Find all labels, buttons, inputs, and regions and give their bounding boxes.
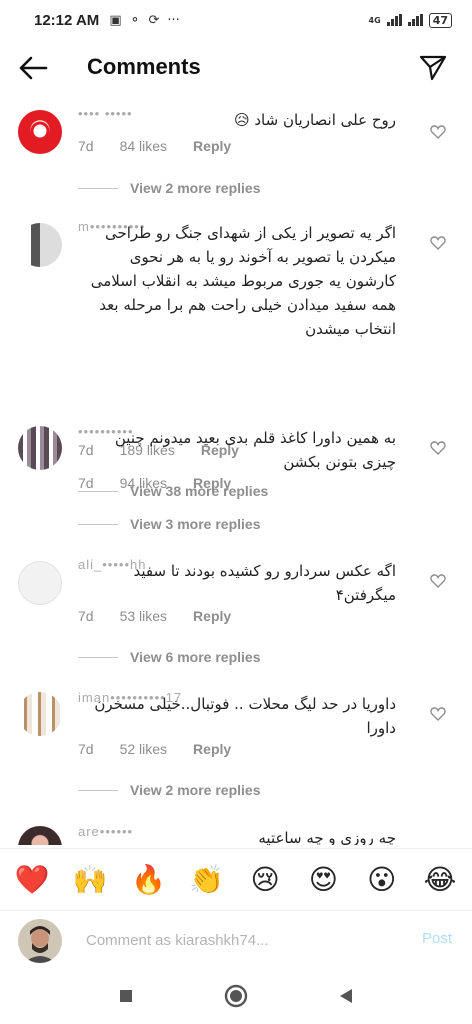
battery-icon: 47 bbox=[428, 12, 452, 28]
comment-meta: 7d 84 likes Reply bbox=[78, 138, 257, 154]
view-replies-label: View 2 more replies bbox=[130, 782, 261, 798]
comment-text: به همین داورا کاغذ قلم بدی بعید میدونم چ… bbox=[114, 429, 396, 471]
home-button[interactable] bbox=[222, 982, 250, 1010]
replies-divider bbox=[78, 187, 118, 189]
heart-emoji-button[interactable]: ❤️ bbox=[14, 862, 50, 898]
avatar[interactable] bbox=[18, 561, 62, 605]
signal-icon bbox=[386, 14, 402, 26]
clapping-emoji-button[interactable]: 👏 bbox=[189, 862, 225, 898]
triangle-back-icon bbox=[340, 989, 352, 1003]
my-avatar bbox=[18, 919, 62, 963]
send-icon bbox=[419, 55, 447, 81]
reply-button[interactable]: Reply bbox=[193, 741, 231, 757]
surprised-emoji-button[interactable]: 😮 bbox=[364, 862, 400, 898]
back-arrow-icon bbox=[19, 56, 48, 80]
like-heart-icon[interactable] bbox=[430, 124, 446, 140]
reply-button[interactable]: Reply bbox=[193, 138, 231, 154]
comment-text: چه روزی و چه ساعتیه bbox=[258, 829, 396, 845]
comment-likes[interactable]: 94 likes bbox=[120, 475, 167, 491]
comment-likes[interactable]: 52 likes bbox=[120, 741, 167, 757]
avatar[interactable] bbox=[18, 110, 62, 154]
network-label: 4G bbox=[368, 15, 381, 25]
message-icon: ▣ bbox=[109, 12, 122, 28]
comment-meta: 7d 94 likes Reply bbox=[78, 475, 257, 491]
view-replies-button[interactable]: View 2 more replies bbox=[78, 180, 260, 196]
back-button[interactable] bbox=[18, 54, 50, 82]
status-bar: 12:12 AM ▣ ⚬ ⟳ ··· 4G 47 bbox=[0, 0, 472, 40]
signal-icon-2 bbox=[407, 14, 423, 26]
view-replies-label: View 2 more replies bbox=[130, 180, 261, 196]
heart-eyes-emoji-button[interactable]: 😍 bbox=[305, 862, 341, 898]
back-nav-button[interactable] bbox=[332, 982, 360, 1010]
comment-text: داوریا در حد لیگ محلات .. فوتبال..خیلی م… bbox=[94, 695, 396, 737]
recents-button[interactable] bbox=[112, 982, 140, 1010]
comment-text: روح علی انصاریان شاد 😥 bbox=[233, 111, 396, 129]
quick-reactions-bar: ❤️ 🙌 🔥 👏 😢 😍 😮 😂 bbox=[0, 848, 472, 910]
system-nav-bar bbox=[0, 968, 472, 1024]
page-title: Comments bbox=[87, 54, 201, 79]
comment-time: 7d bbox=[78, 741, 94, 757]
like-heart-icon[interactable] bbox=[430, 573, 446, 589]
view-replies-button[interactable]: View 6 more replies bbox=[78, 649, 260, 665]
replies-divider bbox=[78, 523, 118, 525]
comment-meta: 7d 52 likes Reply bbox=[78, 741, 257, 757]
comment-time: 7d bbox=[78, 475, 94, 491]
avatar[interactable] bbox=[18, 223, 62, 267]
replies-divider bbox=[78, 789, 118, 791]
like-heart-icon[interactable] bbox=[430, 706, 446, 722]
crying-emoji-button[interactable]: 😢 bbox=[247, 862, 283, 898]
reply-button[interactable]: Reply bbox=[193, 608, 231, 624]
laughing-emoji-button[interactable]: 😂 bbox=[422, 862, 458, 898]
reply-button[interactable]: Reply bbox=[193, 475, 231, 491]
comment-likes[interactable]: 84 likes bbox=[120, 138, 167, 154]
like-heart-icon[interactable] bbox=[430, 235, 446, 251]
replies-divider bbox=[78, 656, 118, 658]
sync-icon: ⟳ bbox=[148, 12, 160, 28]
share-button[interactable] bbox=[418, 52, 448, 82]
raising-hands-emoji-button[interactable]: 🙌 bbox=[72, 862, 108, 898]
user-photo-icon bbox=[18, 919, 62, 963]
header: Comments bbox=[0, 42, 472, 94]
post-button[interactable]: Post bbox=[422, 930, 452, 947]
fire-emoji-button[interactable]: 🔥 bbox=[131, 862, 167, 898]
comment-meta: 7d 53 likes Reply bbox=[78, 608, 257, 624]
status-right: 4G 47 bbox=[368, 12, 452, 28]
comment-time: 7d bbox=[78, 608, 94, 624]
view-replies-label: View 6 more replies bbox=[130, 649, 261, 665]
whatsapp-icon: ⚬ bbox=[129, 12, 141, 28]
comment-composer: Post bbox=[0, 910, 472, 968]
avatar[interactable] bbox=[18, 426, 62, 470]
comment-likes[interactable]: 53 likes bbox=[120, 608, 167, 624]
comment-time: 7d bbox=[78, 138, 94, 154]
comments-list[interactable]: •••• ••••• روح علی انصاریان شاد 😥 7d 84 … bbox=[0, 100, 472, 845]
comment-input[interactable] bbox=[86, 927, 386, 953]
view-replies-label: View 3 more replies bbox=[130, 516, 261, 532]
circle-icon bbox=[224, 984, 248, 1008]
avatar[interactable] bbox=[18, 826, 62, 845]
view-replies-button[interactable]: View 3 more replies bbox=[78, 516, 260, 532]
avatar-logo-icon bbox=[30, 121, 50, 141]
comment-text: اگر یه تصویر از یکی از شهدای جنگ رو طراح… bbox=[90, 224, 396, 338]
status-time: 12:12 AM bbox=[34, 11, 100, 29]
like-heart-icon[interactable] bbox=[430, 440, 446, 456]
view-replies-button[interactable]: View 2 more replies bbox=[78, 782, 260, 798]
avatar[interactable] bbox=[18, 692, 62, 736]
notification-icons: ▣ ⚬ ⟳ ··· bbox=[109, 13, 180, 28]
comment-text: اگه عکس سردارو رو کشیده بودند تا سفید می… bbox=[133, 562, 397, 604]
more-icon: ··· bbox=[167, 12, 180, 28]
square-icon bbox=[120, 990, 132, 1002]
